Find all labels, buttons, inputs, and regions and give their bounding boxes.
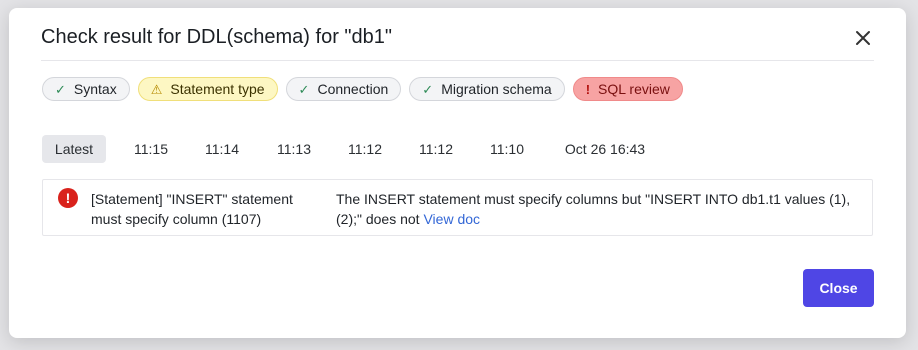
chip-sql-review[interactable]: ! SQL review [572, 77, 683, 101]
check-history-timeline: Latest 11:15 11:14 11:13 11:12 11:12 11:… [42, 135, 649, 163]
chip-label: Migration schema [441, 81, 552, 97]
warning-triangle-icon: ⚠ [150, 81, 163, 97]
chip-statement-type[interactable]: ⚠ Statement type [137, 77, 278, 101]
close-icon[interactable] [852, 27, 874, 49]
chip-syntax[interactable]: ✓ Syntax [42, 77, 130, 101]
chip-label: Connection [317, 81, 389, 97]
timeline-item[interactable]: 11:10 [490, 135, 524, 163]
check-status-chips: ✓ Syntax ⚠ Statement type ✓ Connection ✓… [42, 77, 683, 101]
chip-migration-schema[interactable]: ✓ Migration schema [409, 77, 565, 101]
check-icon: ✓ [422, 81, 434, 97]
timeline-item[interactable]: Oct 26 16:43 [561, 135, 649, 163]
timeline-item[interactable]: 11:12 [419, 135, 453, 163]
result-description: The INSERT statement must specify column… [336, 189, 868, 229]
view-doc-link[interactable]: View doc [423, 211, 480, 227]
check-icon: ✓ [298, 81, 310, 97]
dialog-header: Check result for DDL(schema) for "db1" [41, 24, 874, 61]
check-result-dialog: Check result for DDL(schema) for "db1" ✓… [9, 8, 906, 338]
dialog-title: Check result for DDL(schema) for "db1" [41, 26, 392, 48]
timeline-item[interactable]: 11:15 [134, 135, 168, 163]
result-description-text: The INSERT statement must specify column… [336, 191, 851, 227]
error-circle-icon: ! [58, 188, 78, 208]
check-icon: ✓ [55, 81, 66, 97]
timeline-item-latest[interactable]: Latest [42, 135, 106, 163]
check-result-row: ! [Statement] "INSERT" statement must sp… [42, 179, 873, 236]
exclamation-icon: ! [585, 81, 591, 97]
chip-label: Statement type [170, 81, 265, 97]
close-button[interactable]: Close [803, 269, 874, 307]
timeline-item[interactable]: 11:14 [205, 135, 239, 163]
result-title: [Statement] "INSERT" statement must spec… [91, 191, 293, 227]
chip-label: SQL review [598, 81, 670, 97]
timeline-item[interactable]: 11:13 [277, 135, 311, 163]
chip-label: Syntax [73, 81, 117, 97]
chip-connection[interactable]: ✓ Connection [285, 77, 402, 101]
timeline-item[interactable]: 11:12 [348, 135, 382, 163]
